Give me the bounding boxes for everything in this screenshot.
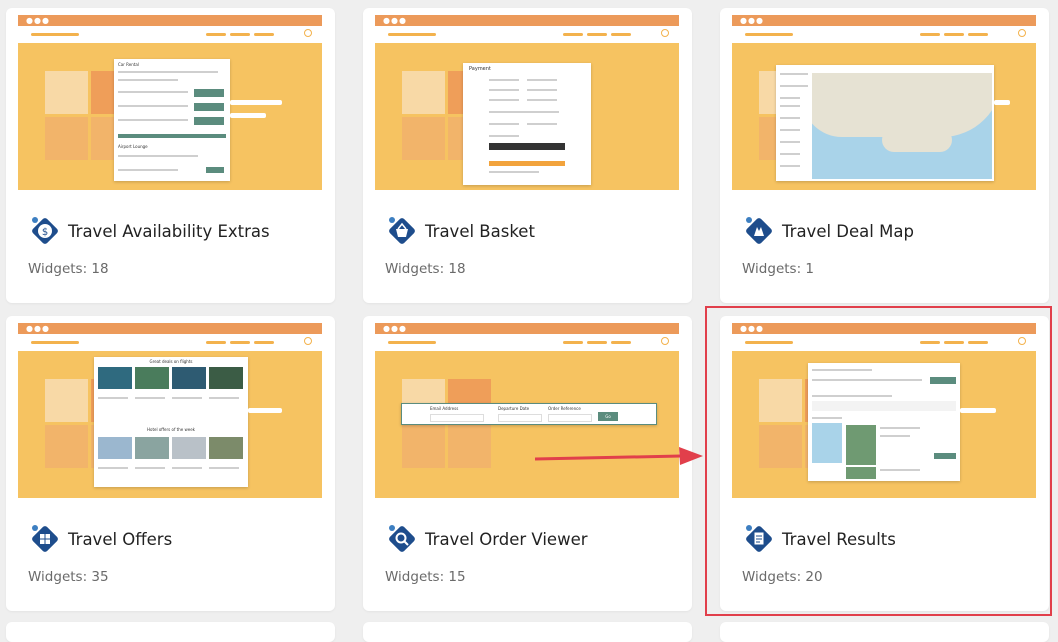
- grid-tag-icon: [28, 522, 62, 556]
- card-travel-basket[interactable]: ●●● Payment Travel Basket Widgets: 18: [363, 8, 692, 303]
- magnifier-tag-icon: [385, 522, 419, 556]
- card-title[interactable]: Travel Offers: [68, 530, 172, 549]
- preview-heading: Car Rental: [118, 62, 139, 67]
- card-travel-deal-map[interactable]: ●●● Travel Deal Map Widgets: 1: [720, 8, 1049, 303]
- preview-subheading: Hotel offers of the week: [146, 427, 195, 432]
- widget-count: Widgets: 15: [385, 569, 466, 585]
- card-title[interactable]: Travel Deal Map: [782, 222, 914, 241]
- highlight-box: [705, 306, 1052, 616]
- preview-image: ●●● Payment: [375, 15, 679, 190]
- widget-count: Widgets: 1: [742, 261, 815, 277]
- preview-go-button: Go: [598, 412, 618, 421]
- preview-image: ●●● Great deals on flights Hotel offers …: [18, 323, 322, 498]
- card-partial[interactable]: [720, 622, 1049, 642]
- preview-image: ●●●: [732, 15, 1036, 190]
- card-travel-availability-extras[interactable]: ●●● Car Rental Airport Lounge $ Travel A…: [6, 8, 335, 303]
- widget-count: Widgets: 18: [385, 261, 466, 277]
- card-partial[interactable]: [6, 622, 335, 642]
- card-title[interactable]: Travel Order Viewer: [425, 530, 588, 549]
- widget-count: Widgets: 35: [28, 569, 109, 585]
- money-tag-icon: $: [28, 214, 62, 248]
- preview-subheading: Airport Lounge: [118, 144, 148, 149]
- preview-field: Order Reference: [548, 406, 581, 411]
- card-partial[interactable]: [363, 622, 692, 642]
- preview-field: Departure Date: [498, 406, 530, 411]
- card-travel-offers[interactable]: ●●● Great deals on flights Hotel offers …: [6, 316, 335, 611]
- preview-heading: Payment: [469, 66, 491, 72]
- preview-field: Email Address: [430, 406, 459, 411]
- preview-heading: Great deals on flights: [149, 359, 193, 364]
- annotation-arrow-icon: [535, 447, 703, 465]
- basket-tag-icon: [385, 214, 419, 248]
- preview-image: ●●● Email Address Departure Date Order R…: [375, 323, 679, 498]
- widget-count: Widgets: 18: [28, 261, 109, 277]
- card-title[interactable]: Travel Availability Extras: [68, 222, 270, 241]
- card-title[interactable]: Travel Basket: [425, 222, 535, 241]
- preview-image: ●●● Car Rental Airport Lounge: [18, 15, 322, 190]
- map-tag-icon: [742, 214, 776, 248]
- svg-text:$: $: [42, 227, 48, 238]
